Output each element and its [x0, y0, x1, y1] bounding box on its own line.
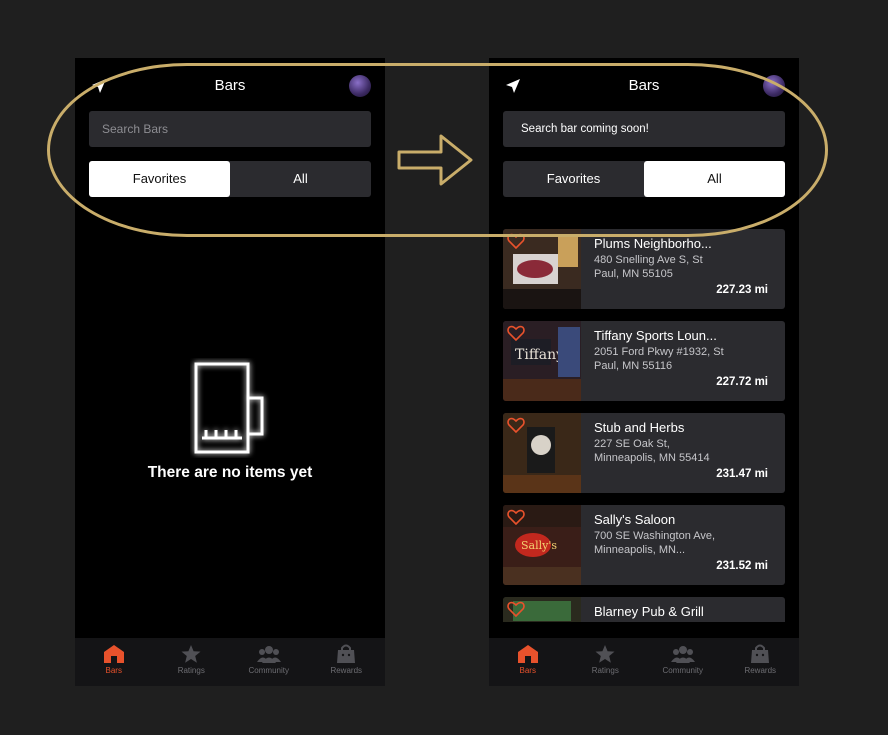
favorite-heart-icon[interactable] — [507, 417, 525, 433]
tab-label: Bars — [519, 666, 536, 675]
search-input[interactable]: Search Bars — [89, 111, 371, 147]
bar-address: 227 SE Oak St, Minneapolis, MN 55414 — [594, 438, 710, 464]
favorite-heart-icon[interactable] — [507, 509, 525, 525]
tab-label: Ratings — [177, 666, 205, 675]
community-icon — [670, 646, 695, 663]
bar-card[interactable]: Tiffany Tiffany Sports Loun... 2051 Ford… — [503, 321, 785, 401]
tab-bar: Bars Ratings Community Rewards — [489, 638, 799, 686]
tab-label: Rewards — [744, 666, 777, 675]
empty-message: There are no items yet — [147, 464, 313, 481]
star-icon — [595, 645, 615, 663]
tab-community[interactable]: Community — [644, 638, 722, 686]
bar-address: 480 Snelling Ave S, St Paul, MN 55105 — [594, 254, 703, 280]
bar-distance: 227.23 mi — [716, 284, 768, 296]
bag-icon — [751, 644, 770, 663]
bar-distance: 231.52 mi — [716, 560, 768, 572]
phone-screen-favorites: Bars Search Bars Favorites All There are… — [75, 58, 385, 686]
bar-address: 700 SE Washington Ave, Minneapolis, MN..… — [594, 530, 716, 556]
tab-ratings[interactable]: Ratings — [153, 638, 231, 686]
segmented-control: Favorites All — [89, 161, 371, 197]
bar-name: Sally's Saloon — [594, 512, 676, 527]
bar-card[interactable]: Sally's Sally's Saloon 700 SE Washington… — [503, 505, 785, 585]
avatar[interactable] — [763, 75, 785, 97]
favorite-heart-icon[interactable] — [507, 325, 525, 341]
page-title: Bars — [214, 77, 246, 94]
home-icon — [517, 645, 538, 663]
tab-favorites[interactable]: Favorites — [503, 161, 644, 197]
tab-rewards[interactable]: Rewards — [722, 638, 800, 686]
right-arrow-icon — [397, 134, 473, 186]
bar-distance: 231.47 mi — [716, 468, 768, 480]
avatar[interactable] — [349, 75, 371, 97]
page-title: Bars — [628, 77, 660, 94]
beer-mug-icon — [194, 362, 264, 454]
home-icon — [103, 645, 124, 663]
svg-text:Tiffany: Tiffany — [515, 347, 564, 363]
tab-ratings[interactable]: Ratings — [567, 638, 645, 686]
svg-text:Sally's: Sally's — [521, 539, 557, 552]
bar-card[interactable]: Plums Neighborho... 480 Snelling Ave S, … — [503, 229, 785, 309]
tab-label: Rewards — [330, 666, 363, 675]
tab-label: Community — [662, 666, 703, 675]
empty-state: There are no items yet — [75, 358, 385, 482]
tab-all[interactable]: All — [644, 161, 785, 197]
tab-favorites[interactable]: Favorites — [89, 161, 230, 197]
tab-label: Ratings — [591, 666, 619, 675]
tab-all[interactable]: All — [230, 161, 371, 197]
favorite-heart-icon[interactable] — [507, 233, 525, 249]
bar-card[interactable]: Stub and Herbs 227 SE Oak St, Minneapoli… — [503, 413, 785, 493]
header: Bars — [75, 58, 385, 114]
tab-community[interactable]: Community — [230, 638, 308, 686]
phone-screen-all: Bars Search bar coming soon! Favorites A… — [489, 58, 799, 686]
bar-card[interactable]: Blarney Pub & Grill — [503, 597, 785, 622]
favorite-heart-icon[interactable] — [507, 601, 525, 617]
bar-distance: 227.72 mi — [716, 376, 768, 388]
bar-list: Plums Neighborho... 480 Snelling Ave S, … — [503, 229, 785, 622]
bar-name: Stub and Herbs — [594, 420, 685, 435]
tab-bars[interactable]: Bars — [75, 638, 153, 686]
bag-icon — [337, 644, 356, 663]
tab-bars[interactable]: Bars — [489, 638, 567, 686]
tab-bar: Bars Ratings Community Rewards — [75, 638, 385, 686]
bar-name: Plums Neighborho... — [594, 236, 712, 251]
tab-label: Community — [248, 666, 289, 675]
bar-address: 2051 Ford Pkwy #1932, St Paul, MN 55116 — [594, 346, 724, 372]
community-icon — [256, 646, 281, 663]
segmented-control: Favorites All — [503, 161, 785, 197]
bar-name: Tiffany Sports Loun... — [594, 328, 717, 343]
tab-rewards[interactable]: Rewards — [308, 638, 386, 686]
star-icon — [181, 645, 201, 663]
header: Bars — [489, 58, 799, 114]
tab-label: Bars — [105, 666, 122, 675]
search-input[interactable]: Search bar coming soon! — [503, 111, 785, 147]
bar-name: Blarney Pub & Grill — [594, 604, 704, 619]
